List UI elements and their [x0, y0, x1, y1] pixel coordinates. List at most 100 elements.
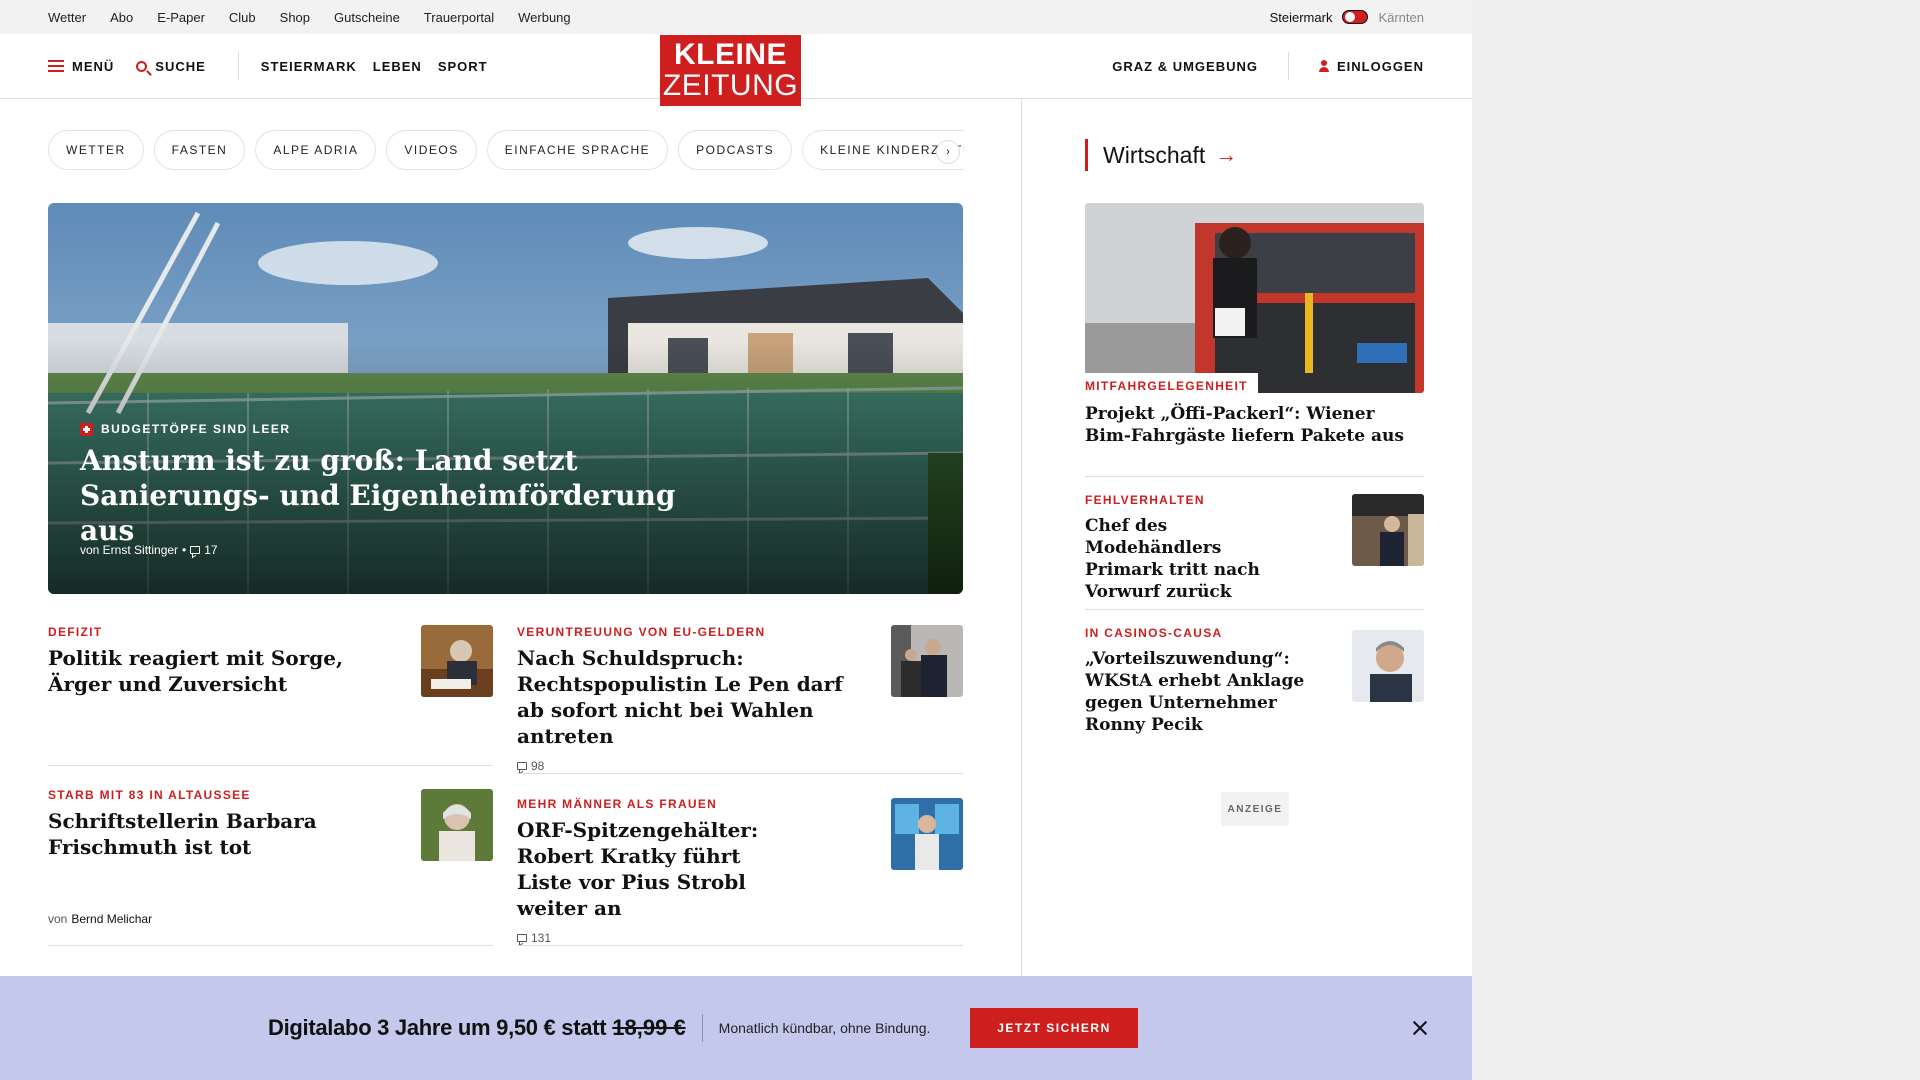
- sidebar-article[interactable]: Projekt „Öffi-Packerl“: Wiener Bim-Fahrg…: [1085, 403, 1424, 447]
- page-background: [1472, 0, 1920, 1080]
- sidebar-section-title: Wirtschaft: [1103, 141, 1206, 168]
- login-button[interactable]: EINLOGGEN: [1318, 58, 1424, 74]
- article-card[interactable]: MEHR MÄNNER ALS FRAUEN ORF-Spitzengehält…: [517, 797, 963, 945]
- banner-old-price: 18,99 €: [612, 1015, 686, 1040]
- region-active-label[interactable]: Steiermark: [1270, 10, 1333, 25]
- utility-link-club[interactable]: Club: [229, 10, 256, 25]
- arrow-right-icon: →: [1215, 142, 1238, 167]
- chip-podcasts[interactable]: PODCASTS: [678, 130, 793, 170]
- nav-steiermark[interactable]: STEIERMARK: [261, 59, 357, 74]
- article-thumbnail: [421, 625, 493, 697]
- subscribe-button[interactable]: JETZT SICHERN: [970, 1008, 1138, 1048]
- chip-fasten[interactable]: FASTEN: [153, 130, 246, 170]
- utility-link-trauerportal[interactable]: Trauerportal: [424, 10, 494, 25]
- article-title[interactable]: Nach Schuldspruch: Rechtspopulistin Le P…: [517, 645, 857, 749]
- row-divider: [517, 773, 963, 774]
- article-title[interactable]: Schriftstellerin Barbara Frischmuth ist …: [48, 808, 348, 860]
- topic-chips: WETTER FASTEN ALPE ADRIA VIDEOS EINFACHE…: [48, 130, 964, 170]
- sidebar-article[interactable]: IN CASINOS-CAUSA „Vorteilszuwendung“: WK…: [1085, 626, 1424, 735]
- utility-link-gutscheine[interactable]: Gutscheine: [334, 10, 400, 25]
- article-title[interactable]: Politik reagiert mit Sorge, Ärger und Zu…: [48, 645, 348, 697]
- utility-link-abo[interactable]: Abo: [110, 10, 133, 25]
- sidebar-article-title[interactable]: Projekt „Öffi-Packerl“: Wiener Bim-Fahrg…: [1085, 403, 1424, 447]
- close-icon[interactable]: [1410, 1018, 1430, 1038]
- premium-plus-icon: [80, 422, 93, 436]
- comment-icon: [517, 762, 527, 770]
- article-comment-count[interactable]: 98: [531, 759, 544, 773]
- article-card[interactable]: STARB MIT 83 IN ALTAUSSEE Schriftsteller…: [48, 788, 493, 928]
- chip-alpe-adria[interactable]: ALPE ADRIA: [255, 130, 377, 170]
- menu-label: MENÜ: [72, 58, 115, 74]
- search-button[interactable]: SUCHE: [136, 59, 206, 74]
- chip-wetter[interactable]: WETTER: [48, 130, 144, 170]
- subscription-banner: Digitalabo 3 Jahre um 9,50 € statt 18,99…: [0, 976, 1472, 1080]
- hamburger-icon: [48, 60, 64, 72]
- chevron-right-icon: ›: [946, 146, 950, 158]
- local-region-link[interactable]: GRAZ & UMGEBUNG: [1112, 59, 1258, 74]
- sidebar-thumbnail: [1352, 630, 1424, 702]
- utility-link-werbung[interactable]: Werbung: [518, 10, 571, 25]
- article-comment-count[interactable]: 131: [531, 931, 551, 945]
- row-divider: [1085, 609, 1424, 610]
- article-card[interactable]: VERUNTREUUNG VON EU-GELDERN Nach Schulds…: [517, 625, 963, 773]
- comment-icon: [190, 546, 201, 554]
- hero-article[interactable]: BUDGETTÖPFE SIND LEER Ansturm ist zu gro…: [48, 203, 963, 594]
- region-toggle[interactable]: [1342, 10, 1369, 24]
- article-title[interactable]: ORF-Spitzengehälter: Robert Kratky führt…: [517, 817, 797, 921]
- page: Wetter Abo E-Paper Club Shop Gutscheine …: [0, 0, 1472, 1080]
- banner-divider: [701, 1014, 703, 1042]
- column-divider: [1021, 98, 1022, 1080]
- hero-comment-count[interactable]: 17: [204, 543, 217, 557]
- hero-meta: von Ernst Sittinger • 17: [80, 543, 218, 557]
- sidebar-article-title[interactable]: Chef des Modehändlers Primark tritt nach…: [1085, 515, 1290, 603]
- row-divider: [1085, 476, 1424, 477]
- sidebar-thumbnail: [1352, 494, 1424, 566]
- article-thumbnail: [891, 798, 963, 870]
- main-header: MENÜ SUCHE STEIERMARK LEBEN SPORT KLEINE…: [0, 34, 1472, 106]
- site-logo[interactable]: KLEINE ZEITUNG: [660, 35, 801, 106]
- article-thumbnail: [421, 789, 493, 861]
- banner-content: Digitalabo 3 Jahre um 9,50 € statt 18,99…: [268, 1014, 930, 1042]
- article-meta: 98: [517, 759, 963, 773]
- banner-offer: Digitalabo 3 Jahre um 9,50 € statt: [268, 1015, 607, 1040]
- article-card[interactable]: DEFIZIT Politik reagiert mit Sorge, Ärge…: [48, 625, 493, 755]
- nav-sport[interactable]: SPORT: [438, 59, 488, 74]
- comment-icon: [517, 934, 527, 942]
- utility-link-shop[interactable]: Shop: [280, 10, 310, 25]
- meta-separator: •: [182, 543, 187, 557]
- article-meta: von Bernd Melichar: [48, 912, 152, 926]
- chips-scroll-right-button[interactable]: ›: [936, 140, 960, 164]
- author-prefix: von: [48, 912, 68, 926]
- header-divider-right: [1287, 52, 1289, 80]
- search-label: SUCHE: [155, 58, 206, 74]
- sidebar-article-title[interactable]: „Vorteilszuwendung“: WKStA erhebt Anklag…: [1085, 648, 1325, 736]
- region-inactive-label[interactable]: Kärnten: [1378, 10, 1424, 25]
- hero-title[interactable]: Ansturm ist zu groß: Land setzt Sanierun…: [80, 443, 720, 548]
- logo-line-1: KLEINE: [673, 38, 787, 71]
- row-divider: [48, 765, 493, 766]
- row-divider: [48, 945, 493, 946]
- login-label: EINLOGGEN: [1336, 58, 1424, 74]
- article-author[interactable]: Bernd Melichar: [71, 912, 152, 926]
- utility-links: Wetter Abo E-Paper Club Shop Gutscheine …: [48, 0, 571, 34]
- article-thumbnail: [891, 625, 963, 697]
- chip-videos[interactable]: VIDEOS: [386, 130, 477, 170]
- banner-note: Monatlich kündbar, ohne Bindung.: [718, 1020, 931, 1036]
- user-icon: [1318, 60, 1329, 72]
- utility-link-wetter[interactable]: Wetter: [48, 10, 86, 25]
- sidebar-hero-image[interactable]: [1085, 203, 1424, 393]
- row-divider: [517, 945, 963, 946]
- hero-kicker-text: BUDGETTÖPFE SIND LEER: [101, 422, 291, 436]
- utility-bar: Wetter Abo E-Paper Club Shop Gutscheine …: [0, 0, 1472, 34]
- sidebar-section-link[interactable]: Wirtschaft →: [1085, 139, 1237, 171]
- chip-einfache-sprache[interactable]: EINFACHE SPRACHE: [486, 130, 669, 170]
- utility-link-epaper[interactable]: E-Paper: [157, 10, 205, 25]
- header-right: GRAZ & UMGEBUNG EINLOGGEN: [1112, 34, 1424, 98]
- menu-button[interactable]: MENÜ: [48, 59, 114, 74]
- header-left: MENÜ SUCHE STEIERMARK LEBEN SPORT: [48, 34, 504, 98]
- hero-kicker: BUDGETTÖPFE SIND LEER: [80, 422, 291, 436]
- sidebar-article[interactable]: FEHLVERHALTEN Chef des Modehändlers Prim…: [1085, 493, 1424, 602]
- nav-leben[interactable]: LEBEN: [373, 59, 422, 74]
- sidebar-kicker: MITFAHRGELEGENHEIT: [1085, 379, 1248, 393]
- search-icon: [136, 60, 148, 72]
